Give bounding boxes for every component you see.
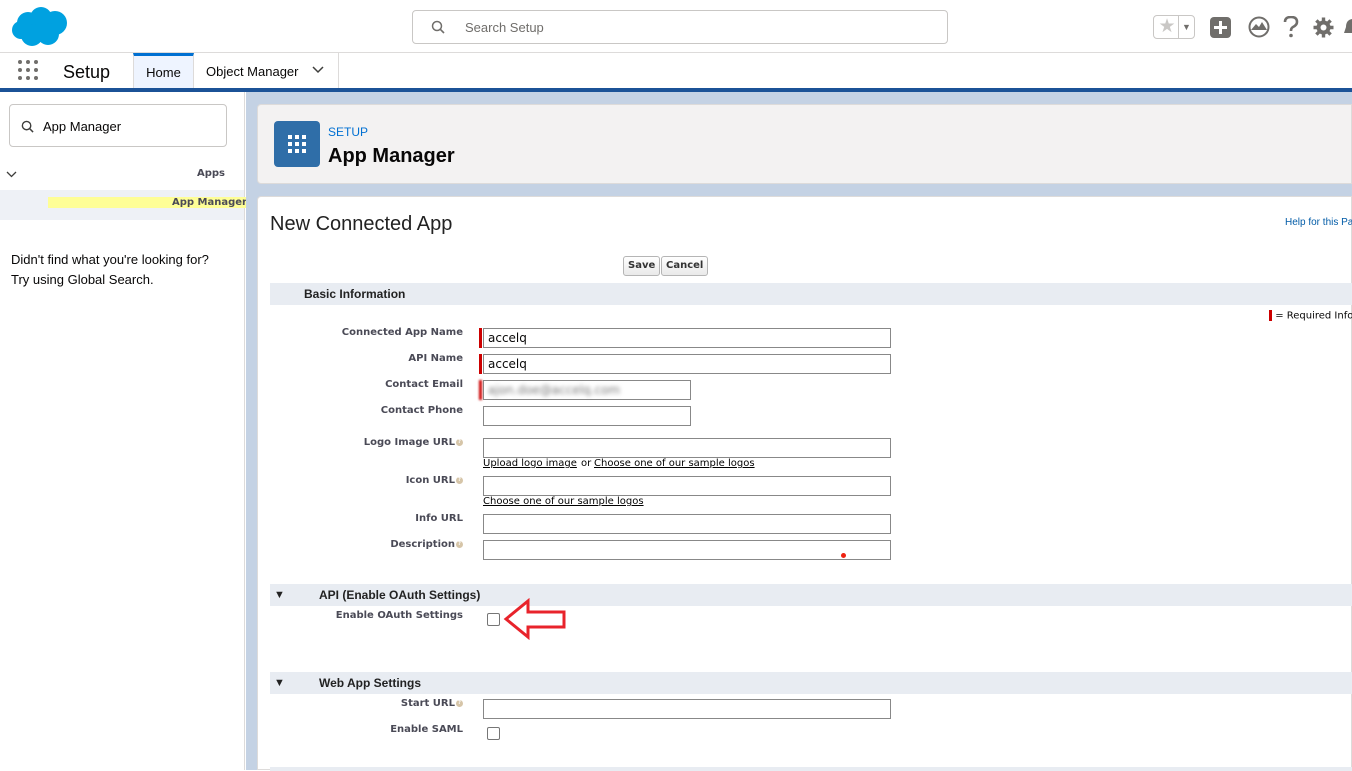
enable-oauth-label: Enable OAuth Settings [335,610,463,621]
section-title: Web App Settings [319,676,421,690]
app-launcher-icon[interactable] [18,60,40,82]
logo-image-url-label-text: Logo Image URL [363,437,455,448]
global-search-input[interactable]: Search Setup [412,10,948,44]
search-icon [21,120,34,133]
tab-object-manager-label: Object Manager [206,64,299,79]
info-icon[interactable]: ? [456,540,463,548]
section-api-oauth[interactable]: ▼ API (Enable OAuth Settings) [270,584,1352,606]
salesforce-logo[interactable] [10,6,70,48]
quick-find-value: App Manager [43,119,122,134]
connected-app-name-label: Connected App Name [341,327,463,338]
collapse-triangle-icon[interactable]: ▼ [274,677,285,689]
favorites-button[interactable]: ★ ▼ [1153,15,1195,39]
info-icon[interactable]: ? [456,438,463,446]
global-search-hint: Didn't find what you're looking for? Try… [11,250,209,290]
chevron-down-icon[interactable] [312,66,324,74]
next-section-edge [270,767,1352,771]
section-basic-information: Basic Information [270,283,1352,305]
api-name-label: API Name [408,353,463,364]
tree-item-app-manager-label: App Manager [48,197,248,208]
chevron-down-icon[interactable] [6,171,17,178]
description-field[interactable] [483,540,891,560]
trailhead-icon[interactable] [1248,16,1270,38]
app-name: Setup [63,62,111,82]
hint-line-2: Try using Global Search. [11,272,154,287]
logo-image-url-label: Logo Image URL? [263,437,463,448]
quick-find-input[interactable]: App Manager [9,104,227,147]
hint-line-1: Didn't find what you're looking for? [11,252,209,267]
help-link[interactable]: Help for this Pa [1285,217,1352,228]
required-marker [1269,310,1272,321]
api-name-field[interactable]: accelq [483,354,891,374]
contact-phone-field[interactable] [483,406,691,426]
gear-icon[interactable] [1313,17,1334,38]
form-title: New Connected App [270,213,453,235]
app-nav-bar: Setup Home Object Manager [0,53,1352,90]
required-indicator [479,354,482,374]
search-icon [431,20,445,34]
collapse-triangle-icon[interactable]: ▼ [274,589,285,601]
tree-item-apps[interactable]: Apps [0,166,244,186]
start-url-label: Start URL? [263,698,463,709]
tree-item-app-manager[interactable]: App Manager [0,190,248,220]
upload-logo-link[interactable]: Upload logo image [483,458,577,469]
required-legend: = Required Infor [1269,310,1352,322]
add-icon[interactable] [1210,17,1231,38]
icon-url-label-text: Icon URL [405,475,455,486]
icon-url-label: Icon URL? [263,475,463,486]
description-label: Description? [263,539,463,550]
description-label-text: Description [390,539,455,550]
info-icon[interactable]: ? [456,476,463,484]
sample-icons-link[interactable]: Choose one of our sample logos [483,496,644,507]
required-indicator [479,380,482,400]
tab-object-manager[interactable]: Object Manager [194,53,339,90]
section-title: API (Enable OAuth Settings) [319,588,481,602]
info-icon[interactable]: ? [456,699,463,707]
info-url-label: Info URL [415,513,463,524]
contact-email-value: ajon.doe@accelq.com [488,383,621,397]
or-text: or [581,458,592,469]
annotation-arrow-icon [503,598,566,640]
enable-saml-checkbox[interactable] [487,727,500,740]
connected-app-name-field[interactable]: accelq [483,328,891,348]
favorites-star-icon[interactable]: ★ [1156,17,1178,37]
contact-phone-label: Contact Phone [380,405,463,416]
icon-url-field[interactable] [483,476,891,496]
help-icon[interactable] [1283,16,1299,38]
required-legend-text: = Required Infor [1275,310,1352,322]
setup-sidebar: App Manager Apps App Manager Didn't find… [0,92,248,770]
save-button[interactable]: Save [623,256,661,276]
sample-logos-link[interactable]: Choose one of our sample logos [594,458,755,469]
spellcheck-dot [841,553,846,558]
tab-home[interactable]: Home [133,53,194,90]
start-url-label-text: Start URL [400,698,455,709]
chevron-down-icon[interactable]: ▼ [1178,16,1194,38]
page-header: SETUP App Manager [257,104,1352,184]
tree-item-apps-label: Apps [196,168,225,179]
connected-app-form: New Connected App Help for this Pa Save … [257,196,1352,771]
section-title: Basic Information [304,287,406,301]
cancel-button[interactable]: Cancel [661,256,709,276]
enable-saml-label: Enable SAML [390,724,463,735]
start-url-field[interactable] [483,699,891,719]
app-manager-icon [274,121,320,167]
notifications-bell-icon[interactable] [1344,17,1352,38]
breadcrumb[interactable]: SETUP [328,125,368,139]
info-url-field[interactable] [483,514,891,534]
global-header: Search Setup ★ ▼ [0,0,1352,53]
contact-email-label: Contact Email [385,379,463,390]
logo-image-url-field[interactable] [483,438,891,458]
page-title: App Manager [328,145,455,167]
enable-oauth-checkbox[interactable] [487,613,500,626]
search-placeholder: Search Setup [465,20,544,35]
required-indicator [479,328,482,348]
section-web-app-settings[interactable]: ▼ Web App Settings [270,672,1352,694]
contact-email-field[interactable]: ajon.doe@accelq.com [483,380,691,400]
